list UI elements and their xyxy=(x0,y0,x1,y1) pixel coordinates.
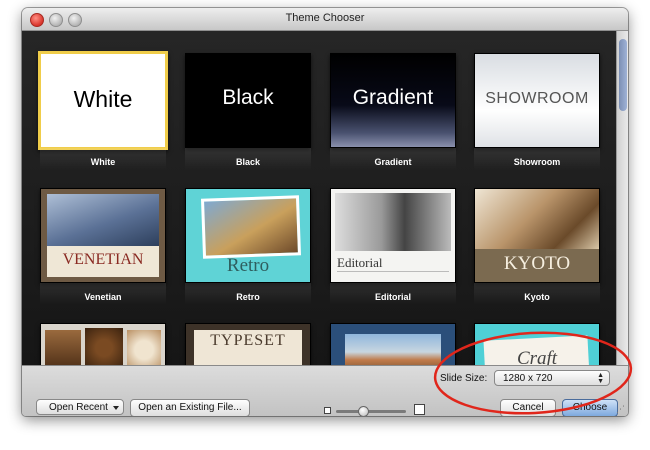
slide-size-value: 1280 x 720 xyxy=(503,373,553,384)
thumbnail-size-slider[interactable] xyxy=(336,410,406,413)
theme-kyoto[interactable]: KYOTO Kyoto xyxy=(474,188,600,318)
chevron-down-icon xyxy=(113,406,119,410)
bottom-toolbar: Slide Size: 1280 x 720 ▲ ▼ Open Recent Op… xyxy=(22,365,628,416)
thumbnail-title: Craft xyxy=(516,348,558,365)
cancel-button[interactable]: Cancel xyxy=(500,399,556,416)
theme-thumbnail[interactable]: VENETIAN xyxy=(40,188,166,283)
theme-gallery: White White Black Black Gradient Gradien… xyxy=(22,31,616,365)
slide-size-label: Slide Size: xyxy=(440,373,488,384)
thumbnail-title: Editorial xyxy=(337,255,383,270)
theme-label: White xyxy=(90,157,116,167)
thumbnail-photo xyxy=(335,193,451,251)
theme-thumbnail[interactable]: KYOTO xyxy=(474,188,600,283)
theme-thumbnail[interactable]: Retro xyxy=(185,188,311,283)
title-bar: Theme Chooser xyxy=(22,8,628,31)
resize-grip-icon[interactable]: ⋰ xyxy=(616,404,625,415)
theme-showroom[interactable]: SHOWROOM Showroom xyxy=(474,53,600,183)
choose-label: Choose xyxy=(572,402,608,413)
theme-thumbnail[interactable]: Editorial xyxy=(330,188,456,283)
cancel-label: Cancel xyxy=(512,402,544,413)
open-existing-file-button[interactable]: Open an Existing File... xyxy=(130,399,250,416)
theme-white[interactable]: White White xyxy=(38,51,168,183)
slide-size-select[interactable]: 1280 x 720 ▲ ▼ xyxy=(494,370,610,386)
choose-button[interactable]: Choose xyxy=(562,399,618,416)
thumbnail-title: Black xyxy=(222,86,274,109)
theme-typeset[interactable]: TYPESET xyxy=(185,323,311,365)
theme-label: Gradient xyxy=(374,157,412,167)
thumbnail-title: KYOTO xyxy=(503,253,571,274)
theme-thumbnail[interactable]: SHOWROOM xyxy=(474,53,600,148)
thumbnail-photo xyxy=(127,330,161,365)
theme-editorial[interactable]: Editorial Editorial xyxy=(330,188,456,318)
thumbnail-title: Retro xyxy=(226,255,270,276)
theme-thumbnail[interactable]: Craft xyxy=(474,323,600,365)
theme-chooser-window: Theme Chooser White White Black Black Gr… xyxy=(22,8,628,416)
open-existing-label: Open an Existing File... xyxy=(138,402,242,413)
theme-label: Black xyxy=(235,157,261,167)
thumbnail-title: VENETIAN xyxy=(62,251,144,268)
thumbnail-title: SHOWROOM xyxy=(485,90,589,107)
theme-gradient[interactable]: Gradient Gradient xyxy=(330,53,456,183)
thumbnail-title: White xyxy=(73,86,133,112)
thumbnail-size-slider-knob[interactable] xyxy=(358,406,369,416)
thumbnail-photo xyxy=(475,189,599,249)
theme-row3-1[interactable] xyxy=(40,323,166,365)
theme-label: Kyoto xyxy=(524,292,550,302)
large-thumbnail-icon[interactable] xyxy=(414,404,425,415)
vertical-scrollbar[interactable] xyxy=(616,31,628,365)
theme-venetian[interactable]: VENETIAN Venetian xyxy=(40,188,166,318)
theme-label: Showroom xyxy=(513,157,561,167)
thumbnail-photo xyxy=(85,328,123,365)
small-thumbnail-icon[interactable] xyxy=(324,407,331,414)
thumbnail-photo xyxy=(47,194,159,246)
window-title: Theme Chooser xyxy=(285,12,365,24)
thumbnail-rule xyxy=(337,271,449,272)
theme-retro[interactable]: Retro Retro xyxy=(185,188,311,318)
thumbnail-title: Gradient xyxy=(352,86,434,109)
thumbnail-photo xyxy=(345,334,441,365)
thumbnail-photo xyxy=(200,195,302,259)
open-recent-label: Open Recent xyxy=(49,402,108,413)
theme-thumbnail[interactable] xyxy=(40,323,166,365)
theme-craft[interactable]: Craft xyxy=(474,323,600,365)
up-down-arrows-icon: ▲ ▼ xyxy=(597,372,604,385)
theme-thumbnail[interactable]: TYPESET xyxy=(185,323,311,365)
theme-thumbnail[interactable]: White xyxy=(38,51,168,150)
theme-black[interactable]: Black Black xyxy=(185,53,311,183)
theme-label: Editorial xyxy=(374,292,411,302)
theme-thumbnail[interactable]: Gradient xyxy=(330,53,456,148)
open-recent-button[interactable]: Open Recent xyxy=(36,399,124,415)
theme-thumbnail[interactable]: Black xyxy=(185,53,311,148)
theme-row3-3[interactable] xyxy=(330,323,456,365)
theme-label: Venetian xyxy=(84,292,122,302)
thumbnail-photo xyxy=(45,330,81,365)
theme-thumbnail[interactable] xyxy=(330,323,456,365)
theme-label: Retro xyxy=(236,292,260,302)
thumbnail-title: TYPESET xyxy=(210,332,286,349)
scrollbar-thumb[interactable] xyxy=(619,39,627,111)
